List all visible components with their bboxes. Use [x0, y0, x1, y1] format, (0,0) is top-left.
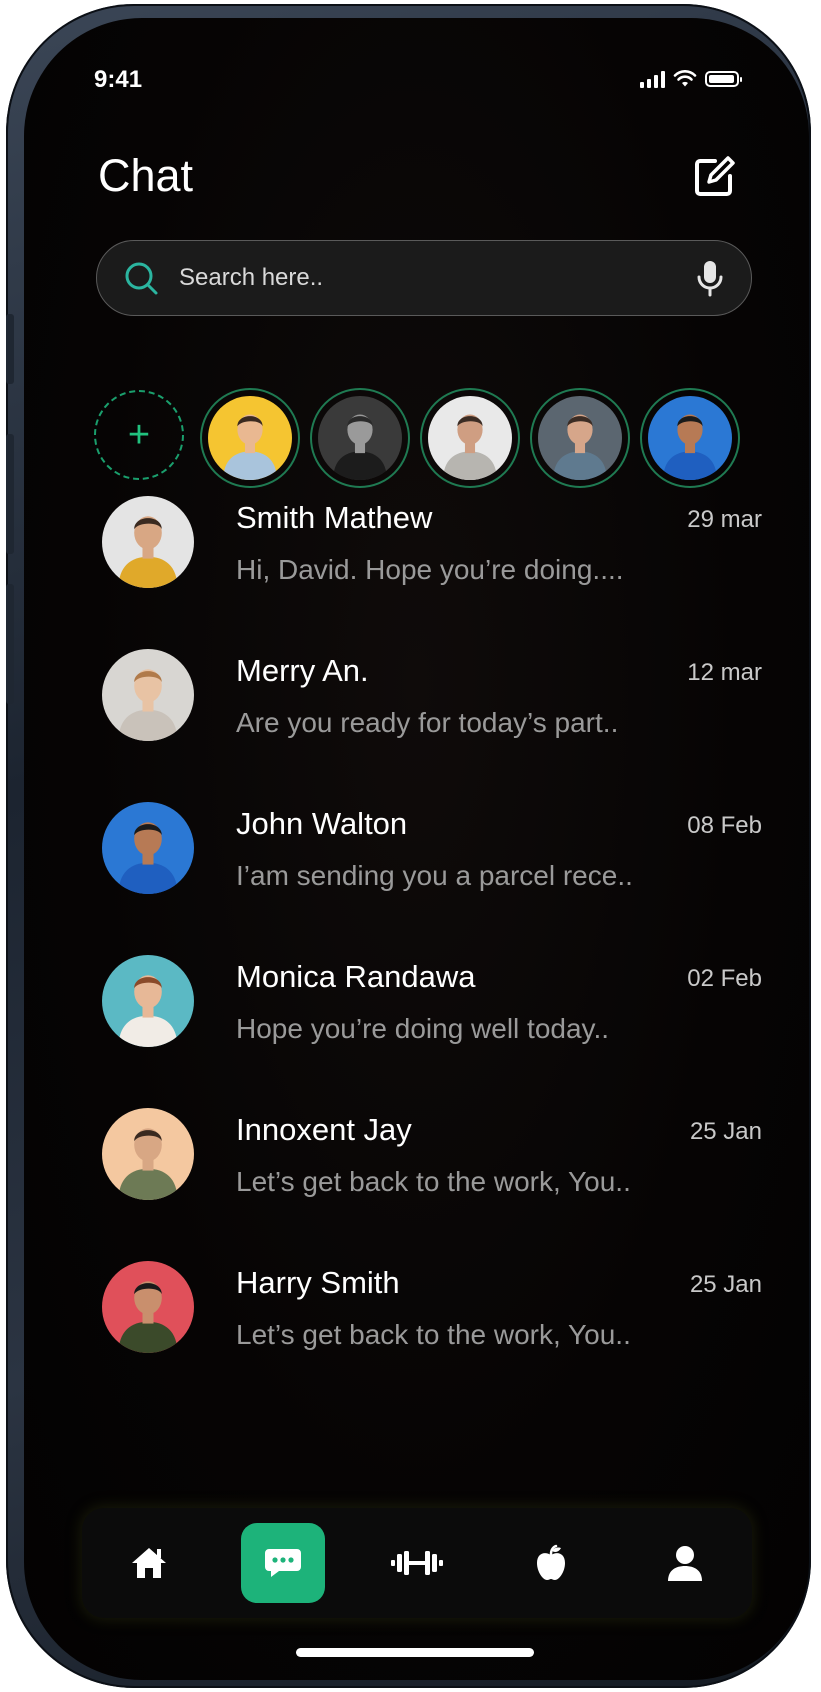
message-preview: Hope you’re doing well today.. — [236, 1013, 610, 1044]
add-story-button[interactable]: + — [94, 390, 184, 480]
nav-home[interactable] — [107, 1523, 191, 1603]
story-avatar-image — [428, 396, 512, 480]
story-avatar-image — [538, 396, 622, 480]
contact-name: Harry Smith — [236, 1265, 400, 1300]
avatar-photo — [102, 649, 194, 741]
avatar — [102, 802, 194, 894]
apple-icon — [537, 1544, 565, 1580]
avatar-photo — [538, 396, 622, 480]
chat-list-item[interactable]: Harry Smith 25 Jan Let’s get back to the w… — [102, 1261, 762, 1361]
header: Chat — [98, 150, 739, 210]
message-date: 12 mar — [687, 659, 762, 686]
story-avatar[interactable] — [530, 388, 630, 488]
story-avatar[interactable] — [310, 388, 410, 488]
avatar-photo — [102, 1261, 194, 1353]
nav-nutrition[interactable] — [509, 1523, 593, 1603]
story-avatar[interactable] — [420, 388, 520, 488]
avatar-photo — [208, 396, 292, 480]
microphone-icon[interactable] — [693, 258, 727, 298]
avatar — [102, 649, 194, 741]
contact-name: Monica Randawa — [236, 959, 476, 994]
page-title: Chat — [98, 150, 194, 201]
contact-name: Smith Mathew — [236, 500, 433, 535]
avatar-photo — [102, 955, 194, 1047]
status-bar: 9:41 — [94, 66, 742, 96]
bottom-nav — [82, 1508, 752, 1618]
home-indicator[interactable] — [296, 1648, 534, 1657]
mute-switch — [6, 314, 14, 384]
message-date: 25 Jan — [689, 1271, 762, 1298]
message-preview: I’am sending you a parcel rece.. — [236, 860, 633, 891]
contact-name: Innoxent Jay — [236, 1112, 412, 1147]
chat-list-item[interactable]: Merry An. 12 mar Are you ready for today’s… — [102, 649, 762, 749]
stories-row: + — [94, 388, 809, 488]
avatar-photo — [102, 496, 194, 588]
story-avatar[interactable] — [640, 388, 740, 488]
volume-up-button — [6, 434, 14, 554]
avatar — [102, 1261, 194, 1353]
message-preview: Let’s get back to the work, You.. — [236, 1166, 631, 1197]
compose-icon[interactable] — [689, 152, 739, 202]
message-preview: Hi, David. Hope you’re doing.... — [236, 554, 624, 585]
search-icon — [125, 262, 158, 295]
search-bar[interactable]: Search here.. — [96, 240, 752, 316]
chat-list-item[interactable]: Innoxent Jay 25 Jan Let’s get back to the … — [102, 1108, 762, 1208]
message-preview: Let’s get back to the work, You.. — [236, 1319, 631, 1350]
chat-icon — [265, 1549, 301, 1577]
story-avatar-image — [648, 396, 732, 480]
avatar — [102, 1108, 194, 1200]
profile-icon — [668, 1546, 702, 1581]
chat-list-item[interactable]: Smith Mathew 29 mar Hi, David. Hope you’re… — [102, 496, 762, 596]
avatar-photo — [102, 802, 194, 894]
nav-profile[interactable] — [643, 1523, 727, 1603]
dumbbell-icon — [391, 1551, 443, 1575]
search-input[interactable]: Search here.. — [179, 264, 693, 292]
message-date: 25 Jan — [689, 1118, 762, 1145]
story-avatar-image — [318, 396, 402, 480]
nav-workout[interactable] — [375, 1523, 459, 1603]
contact-name: John Walton — [236, 806, 408, 841]
message-date: 29 mar — [687, 506, 762, 533]
message-date: 02 Feb — [687, 965, 762, 992]
wifi-icon — [673, 70, 697, 87]
chat-list-item[interactable]: John Walton 08 Feb I’am sending you a parc… — [102, 802, 762, 902]
avatar-photo — [428, 396, 512, 480]
home-icon — [132, 1548, 166, 1578]
avatar-photo — [648, 396, 732, 480]
nav-chat[interactable] — [241, 1523, 325, 1603]
battery-icon — [705, 71, 742, 87]
avatar-photo — [102, 1108, 194, 1200]
message-preview: Are you ready for today’s part.. — [236, 707, 619, 738]
avatar — [102, 496, 194, 588]
story-avatar[interactable] — [200, 388, 300, 488]
message-date: 08 Feb — [687, 812, 762, 839]
avatar-photo — [318, 396, 402, 480]
status-time: 9:41 — [94, 66, 143, 93]
phone-frame: 9:41 Chat Search here.. + Smith Mathew 2… — [6, 4, 811, 1688]
plus-icon: + — [127, 413, 151, 456]
status-icons — [640, 70, 742, 88]
story-avatar-image — [208, 396, 292, 480]
avatar — [102, 955, 194, 1047]
signal-icon — [640, 70, 665, 88]
chat-list-item[interactable]: Monica Randawa 02 Feb Hope you’re doing we… — [102, 955, 762, 1055]
volume-down-button — [6, 584, 14, 704]
contact-name: Merry An. — [236, 653, 369, 688]
screen: 9:41 Chat Search here.. + Smith Mathew 2… — [24, 18, 809, 1680]
